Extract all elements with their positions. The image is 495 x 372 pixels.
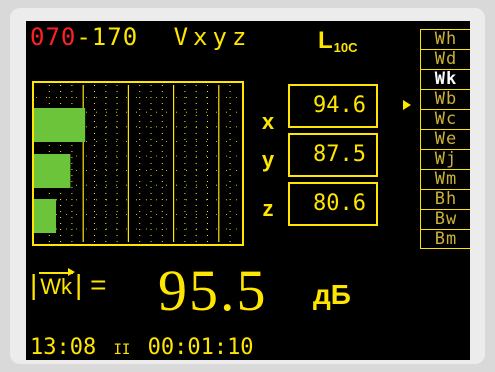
menu-item-wd[interactable]: Wd bbox=[420, 49, 470, 69]
menu-item-wk[interactable]: Wk bbox=[420, 69, 470, 89]
range-high: -170 bbox=[76, 23, 139, 51]
clock: 13:08 bbox=[30, 335, 97, 360]
elapsed-time: 00:01:10 bbox=[147, 335, 254, 360]
bar-z bbox=[34, 199, 57, 233]
header-range: 070-170 Vxyz bbox=[30, 21, 251, 53]
level-mode-sub: 10C bbox=[333, 40, 358, 55]
result-label-vector: Wk bbox=[37, 268, 75, 300]
menu-item-we[interactable]: We bbox=[420, 129, 470, 149]
menu-item-wh[interactable]: Wh bbox=[420, 29, 470, 49]
result-label-bar: | bbox=[30, 269, 38, 300]
result-unit: дБ bbox=[313, 279, 351, 310]
menu-item-bh[interactable]: Bh bbox=[420, 189, 470, 209]
display-screen: 070-170 Vxyz L10C x y z 94.6 87.5 80.6 W… bbox=[26, 21, 470, 360]
time-readout: 13:08 II 00:01:10 bbox=[30, 335, 254, 360]
value-y: 87.5 bbox=[288, 133, 378, 177]
level-mode: L10C bbox=[318, 27, 358, 55]
axis-label-y: y bbox=[261, 147, 275, 172]
menu-item-wc[interactable]: Wc bbox=[420, 109, 470, 129]
bar-chart-svg bbox=[34, 85, 240, 242]
pause-icon: II bbox=[113, 342, 131, 358]
range-low: 070 bbox=[30, 23, 77, 51]
menu-item-wj[interactable]: Wj bbox=[420, 149, 470, 169]
vector-mode: Vxyz bbox=[173, 23, 252, 51]
menu-item-wb[interactable]: Wb bbox=[420, 89, 470, 109]
menu-item-bm[interactable]: Bm bbox=[420, 229, 470, 249]
menu-pointer-icon bbox=[403, 100, 411, 110]
value-z: 80.6 bbox=[288, 182, 378, 226]
axis-label-x: x bbox=[261, 109, 275, 134]
result-value: 95.5 bbox=[158, 258, 268, 323]
chart-bars bbox=[34, 108, 86, 233]
bar-y bbox=[34, 154, 71, 188]
result-label: | Wk | = bbox=[30, 268, 107, 301]
value-x: 94.6 bbox=[288, 84, 378, 128]
axis-label-z: z bbox=[262, 196, 274, 221]
menu-item-bw[interactable]: Bw bbox=[420, 209, 470, 229]
weighting-menu: Wh Wd Wk Wb Wc We Wj Wm Bh Bw Bm bbox=[420, 29, 470, 249]
level-mode-letter: L bbox=[318, 27, 333, 54]
bar-chart bbox=[32, 81, 244, 246]
menu-item-wm[interactable]: Wm bbox=[420, 169, 470, 189]
bar-x bbox=[34, 108, 86, 142]
result-label-tail: | = bbox=[75, 269, 107, 300]
